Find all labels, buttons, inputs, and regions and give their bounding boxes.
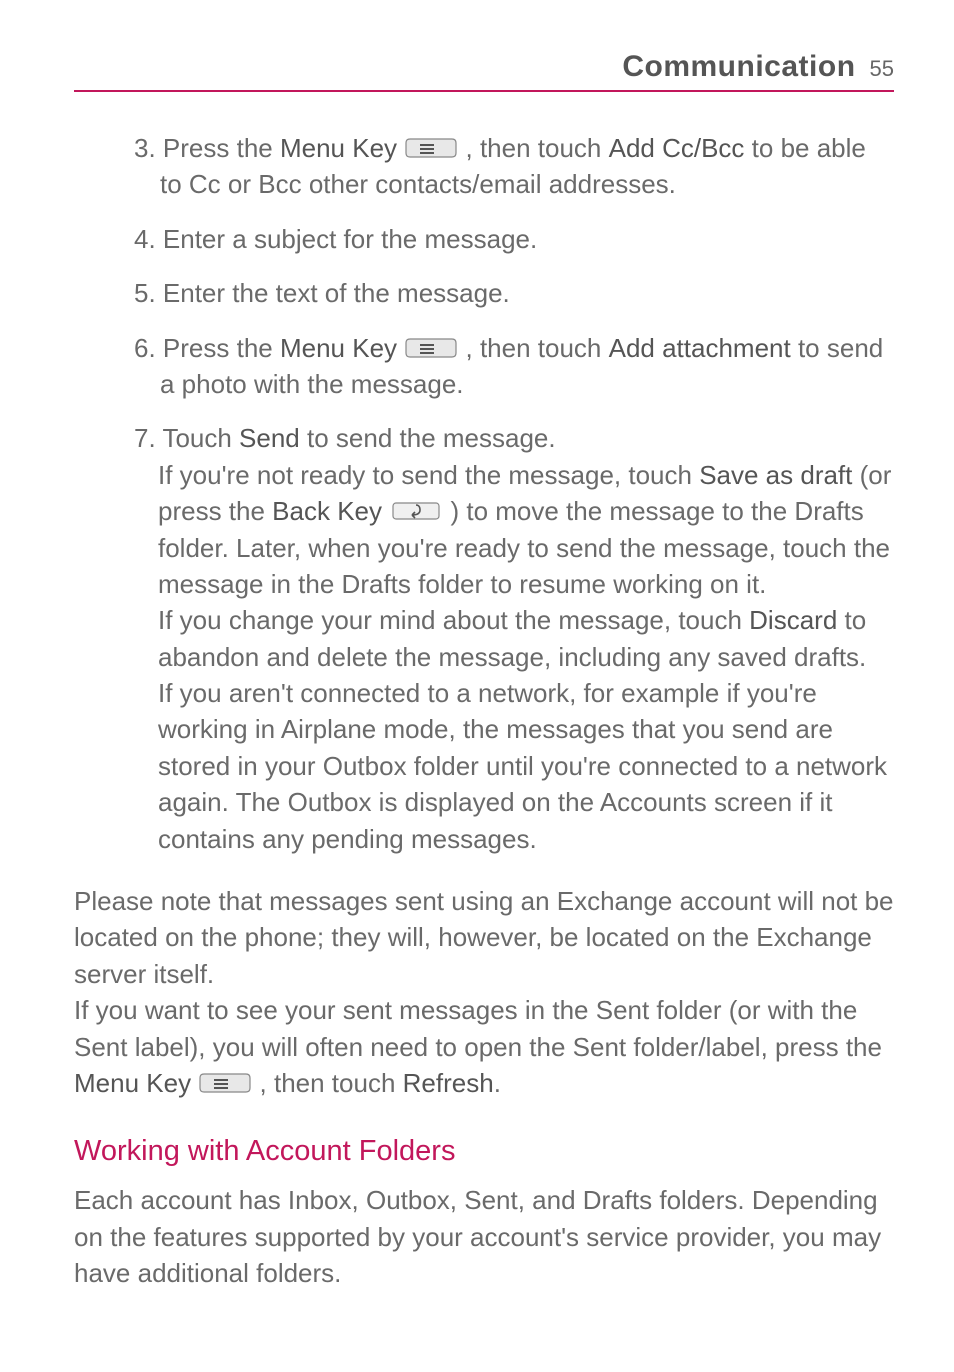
step-7-text-a: 7. Touch [134,423,239,453]
menu-key-label-2: Menu Key [280,333,397,363]
add-attachment-label: Add attachment [609,333,791,363]
back-key-icon [389,500,443,522]
menu-key-icon [404,137,458,159]
section-body: Each account has Inbox, Outbox, Sent, an… [74,1182,894,1291]
step-6-text-b: , then touch [458,333,608,363]
step-7-para1: If you're not ready to send the message,… [158,457,894,603]
note-p2-c: . [494,1068,501,1098]
step-7-text-b: to send the message. [300,423,556,453]
menu-key-icon [404,337,458,359]
note-p2-a: If you want to see your sent messages in… [74,995,882,1061]
send-label: Send [239,423,300,453]
document-page: Communication 55 3. Press the Menu Key ,… [0,0,954,1342]
section-heading: Working with Account Folders [74,1135,894,1168]
step-7-para2: If you change your mind about the messag… [158,602,894,675]
steps-list: 3. Press the Menu Key , then touch Add C… [134,130,894,857]
menu-key-label-3: Menu Key [74,1068,191,1098]
step-7-p2-a: If you change your mind about the messag… [158,605,749,635]
note-para2: If you want to see your sent messages in… [74,992,894,1101]
step-4: 4. Enter a subject for the message. [134,221,894,257]
note-p2-b: , then touch [252,1068,402,1098]
discard-label: Discard [749,605,837,635]
page-header: Communication 55 [74,50,894,92]
header-page-number: 55 [870,56,894,82]
step-3-text-a: 3. Press the [134,133,280,163]
step-3-text-b: , then touch [458,133,608,163]
header-section-title: Communication [622,50,855,84]
section-working-with-folders: Working with Account Folders Each accoun… [74,1135,894,1291]
step-3: 3. Press the Menu Key , then touch Add C… [134,130,894,203]
step-7-line1: 7. Touch Send to send the message. [134,420,894,456]
step-7-para3: If you aren't connected to a network, fo… [158,675,894,857]
menu-key-icon [198,1072,252,1094]
refresh-label: Refresh [403,1068,494,1098]
menu-key-label: Menu Key [280,133,397,163]
step-5: 5. Enter the text of the message. [134,275,894,311]
save-as-draft-label: Save as draft [699,460,852,490]
step-7-p1-a: If you're not ready to send the message,… [158,460,699,490]
back-key-label: Back Key [272,496,382,526]
note-para1: Please note that messages sent using an … [74,883,894,992]
step-6: 6. Press the Menu Key , then touch Add a… [134,330,894,403]
step-6-text-a: 6. Press the [134,333,280,363]
add-ccbcc-label: Add Cc/Bcc [609,133,745,163]
step-7: 7. Touch Send to send the message. If yo… [134,420,894,857]
note-block: Please note that messages sent using an … [74,883,894,1101]
